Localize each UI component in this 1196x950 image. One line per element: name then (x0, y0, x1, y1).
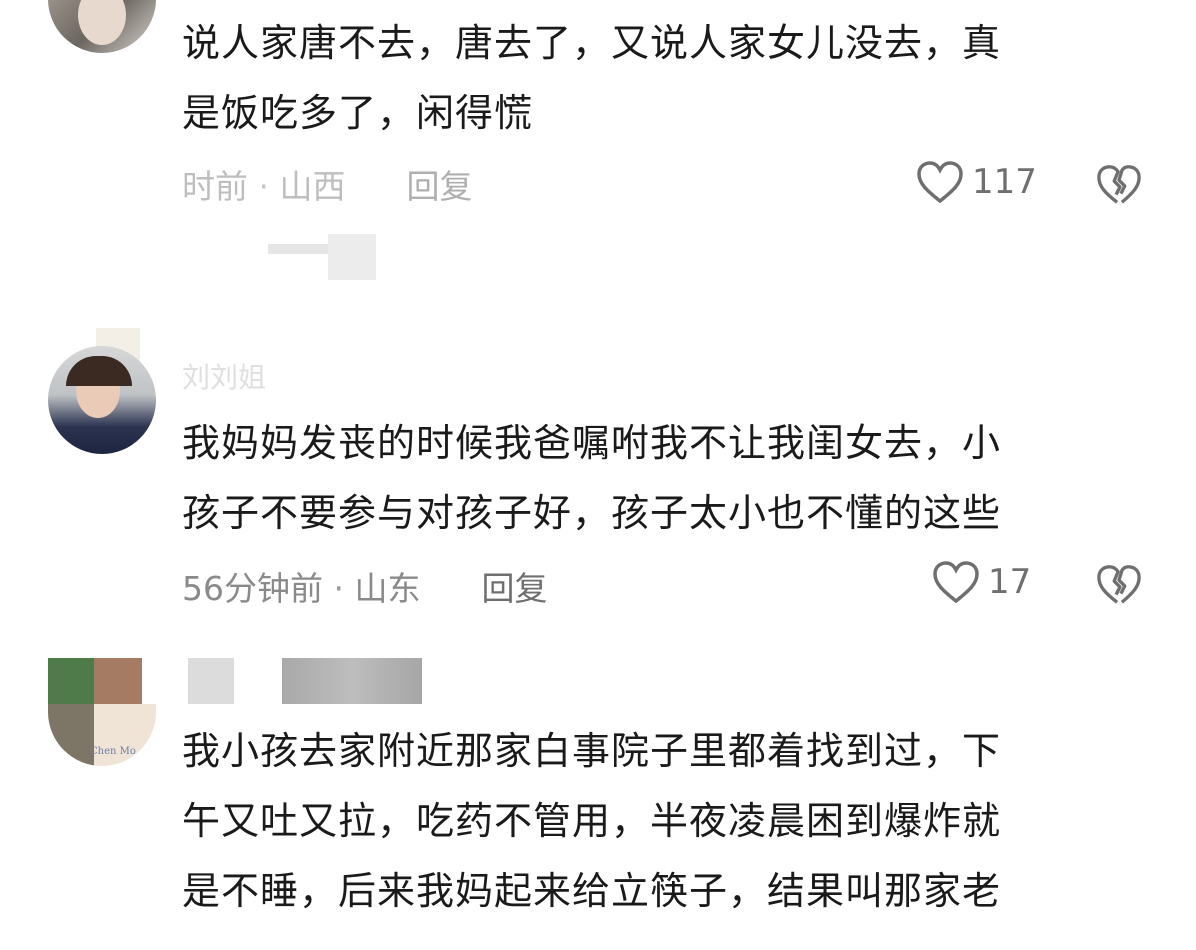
avatar[interactable] (48, 0, 156, 53)
comment-location: 山西 (279, 167, 346, 206)
like-button[interactable]: 117 (916, 160, 1037, 204)
heart-icon (933, 561, 979, 604)
broken-heart-icon[interactable] (1096, 162, 1142, 208)
avatar[interactable]: Chen Mo (48, 658, 156, 766)
broken-heart-icon[interactable] (1096, 562, 1142, 608)
comment-location: 山东 (354, 569, 421, 608)
avatar-caption: Chen Mo (90, 746, 136, 757)
blurred-username (282, 658, 422, 704)
blurred-region (268, 244, 328, 254)
blurred-username (188, 658, 234, 704)
comment-time: 时前 (182, 167, 248, 206)
heart-icon (917, 161, 963, 204)
avatar[interactable] (48, 346, 156, 454)
comment-meta: 时前 · 山西 回复 (182, 167, 473, 206)
comment-text: 我妈妈发丧的时候我爸嘱咐我不让我闺女去，小 孩子不要参与对孩子好，孩子太小也不懂… (182, 421, 1002, 535)
like-count: 17 (988, 562, 1032, 602)
comment-time: 56分钟前 (182, 569, 323, 608)
blurred-region (328, 234, 376, 280)
reply-button[interactable]: 回复 (406, 167, 472, 206)
comment-username[interactable]: 刘刘姐 (182, 356, 266, 396)
reply-button[interactable]: 回复 (481, 569, 547, 608)
comment-text: 说人家唐不去，唐去了，又说人家女儿没去，真 是饭吃多了，闲得慌 (182, 21, 1002, 135)
comment-meta: 56分钟前 · 山东 回复 (182, 569, 548, 608)
like-button[interactable]: 17 (932, 560, 1031, 604)
comment-text: 我小孩去家附近那家白事院子里都着找到过，下 午又吐又拉，吃药不管用，半夜凌晨困到… (182, 729, 1002, 913)
like-count: 117 (972, 162, 1037, 202)
